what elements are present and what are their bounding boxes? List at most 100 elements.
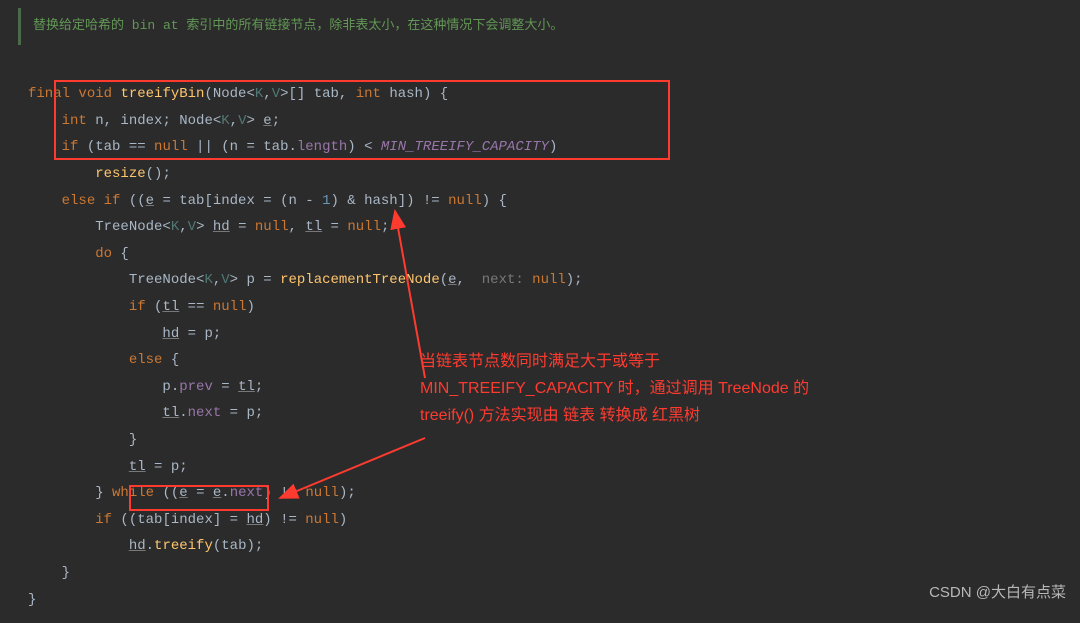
param-hint: next: bbox=[473, 272, 532, 288]
code-block: final void treeifyBin(Node<K,V>[] tab, i… bbox=[0, 55, 1080, 623]
comma: , bbox=[263, 86, 271, 102]
paren: (Node< bbox=[204, 86, 254, 102]
text: ) bbox=[339, 512, 347, 528]
text: ( bbox=[146, 299, 163, 315]
text: (( bbox=[120, 193, 145, 209]
text: ) & hash]) != bbox=[330, 193, 448, 209]
text: n, index; Node< bbox=[87, 113, 221, 129]
text: ; bbox=[381, 219, 389, 235]
text: ((tab[index] = bbox=[112, 512, 246, 528]
var-e: e bbox=[448, 272, 456, 288]
text: ) != bbox=[263, 512, 305, 528]
semi: ; bbox=[272, 113, 280, 129]
text: = bbox=[188, 485, 213, 501]
text: = p; bbox=[146, 459, 188, 475]
var-tl: tl bbox=[162, 299, 179, 315]
text: ) bbox=[549, 139, 557, 155]
keyword-while: while bbox=[112, 485, 154, 501]
comma: , bbox=[213, 272, 221, 288]
annotation-line3: treeify() 方法实现由 链表 转换成 红黑树 bbox=[420, 402, 1060, 429]
text: > bbox=[246, 113, 263, 129]
comma: , bbox=[179, 219, 187, 235]
text: = p; bbox=[179, 326, 221, 342]
text: TreeNode< bbox=[129, 272, 205, 288]
text: , bbox=[289, 219, 306, 235]
null: null bbox=[255, 219, 289, 235]
var-hd: hd bbox=[129, 538, 146, 554]
text: ); bbox=[566, 272, 583, 288]
text: ) { bbox=[482, 193, 507, 209]
text: { bbox=[162, 352, 179, 368]
var-hd: hd bbox=[213, 219, 230, 235]
field-next: next bbox=[230, 485, 264, 501]
text: > bbox=[196, 219, 213, 235]
text: == bbox=[179, 299, 213, 315]
keyword-if: if bbox=[95, 512, 112, 528]
var-tl: tl bbox=[305, 219, 322, 235]
comma: , bbox=[230, 113, 238, 129]
text: p. bbox=[162, 379, 179, 395]
text: (); bbox=[146, 166, 171, 182]
keyword-int: int bbox=[356, 86, 381, 102]
comment-text: 替换给定哈希的 bin at 索引中的所有链接节点，除非表太小，在这种情况下会调… bbox=[33, 18, 563, 33]
field-prev: prev bbox=[179, 379, 213, 395]
method-treeify: treeify bbox=[154, 538, 213, 554]
var-tl: tl bbox=[129, 459, 146, 475]
var-hd: hd bbox=[246, 512, 263, 528]
text: ); bbox=[339, 485, 356, 501]
null: null bbox=[305, 512, 339, 528]
field-next: next bbox=[188, 405, 222, 421]
text: , bbox=[457, 272, 474, 288]
text: . bbox=[179, 405, 187, 421]
keyword-final: final bbox=[28, 86, 70, 102]
text: ( bbox=[440, 272, 448, 288]
param-hash: hash) { bbox=[381, 86, 448, 102]
annotation-text: 当链表节点数同时满足大于或等于 MIN_TREEIFY_CAPACITY 时，通… bbox=[420, 348, 1060, 430]
text: || (n = tab. bbox=[188, 139, 297, 155]
method: replacementTreeNode bbox=[280, 272, 440, 288]
text: ) < bbox=[347, 139, 381, 155]
text: TreeNode< bbox=[95, 219, 171, 235]
method-name: treeifyBin bbox=[120, 86, 204, 102]
generic-k: K bbox=[221, 113, 229, 129]
text: (( bbox=[154, 485, 179, 501]
text: > p = bbox=[230, 272, 280, 288]
text: ; bbox=[255, 379, 263, 395]
null: null bbox=[213, 299, 247, 315]
text: = bbox=[230, 219, 255, 235]
null: null bbox=[448, 193, 482, 209]
keyword-elseif: else if bbox=[62, 193, 121, 209]
var-e: e bbox=[263, 113, 271, 129]
text: } bbox=[95, 485, 112, 501]
generic-v: V bbox=[188, 219, 196, 235]
keyword-if: if bbox=[62, 139, 79, 155]
keyword-void: void bbox=[78, 86, 112, 102]
annotation-line2: MIN_TREEIFY_CAPACITY 时，通过调用 TreeNode 的 bbox=[420, 375, 1060, 402]
text: = tab[index = (n - bbox=[154, 193, 322, 209]
text: . bbox=[221, 485, 229, 501]
text: (tab); bbox=[213, 538, 263, 554]
const: MIN_TREEIFY_CAPACITY bbox=[381, 139, 549, 155]
watermark-text: CSDN @大白有点菜 bbox=[929, 584, 1066, 601]
text: . bbox=[146, 538, 154, 554]
text: (tab == bbox=[78, 139, 154, 155]
keyword-if: if bbox=[129, 299, 146, 315]
method-resize: resize bbox=[95, 166, 145, 182]
brace: } bbox=[28, 592, 36, 608]
watermark: CSDN @大白有点菜 bbox=[929, 579, 1066, 608]
text: = bbox=[213, 379, 238, 395]
text: = p; bbox=[221, 405, 263, 421]
keyword-do: do bbox=[95, 246, 112, 262]
text: ) bbox=[246, 299, 254, 315]
brace: } bbox=[129, 432, 137, 448]
text: = bbox=[322, 219, 347, 235]
null: null bbox=[532, 272, 566, 288]
null: null bbox=[154, 139, 188, 155]
var-tl: tl bbox=[238, 379, 255, 395]
annotation-line1: 当链表节点数同时满足大于或等于 bbox=[420, 348, 1060, 375]
generic-v: V bbox=[272, 86, 280, 102]
text: { bbox=[112, 246, 129, 262]
text: ) != bbox=[263, 485, 305, 501]
param-tab: >[] tab, bbox=[280, 86, 356, 102]
var-e: e bbox=[179, 485, 187, 501]
